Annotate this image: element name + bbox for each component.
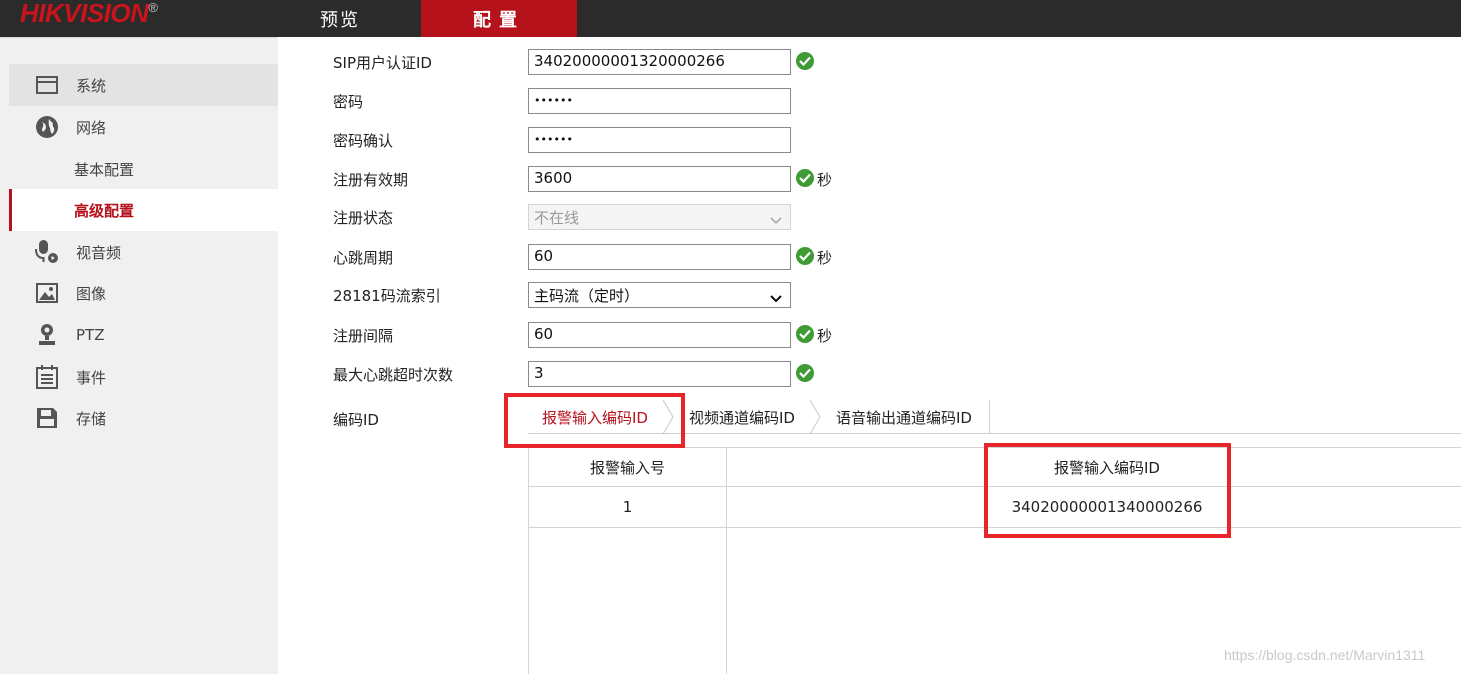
- code-id-label: 编码ID: [333, 411, 379, 429]
- password-confirm-label: 密码确认: [333, 132, 394, 150]
- password-label: 密码: [333, 93, 364, 111]
- highlight-box-code-id: [984, 443, 1231, 538]
- unit-seconds: 秒: [817, 171, 833, 189]
- form-row-password-confirm: 密码确认 ••••••: [333, 127, 853, 153]
- max-timeout-label: 最大心跳超时次数: [333, 366, 454, 384]
- form-row-password: 密码 ••••••: [333, 88, 853, 114]
- monitor-window-icon: [34, 72, 60, 98]
- sidebar-item-label: 视音频: [76, 243, 122, 262]
- reg-validity-input[interactable]: 3600: [528, 166, 791, 192]
- watermark: https://blog.csdn.net/Marvin1311: [1224, 647, 1426, 663]
- check-icon: [796, 247, 814, 265]
- image-icon: [34, 280, 60, 306]
- sidebar-item-label: 存储: [76, 409, 107, 428]
- sip-id-label: SIP用户认证ID: [333, 54, 432, 72]
- chevron-down-icon: [770, 289, 782, 307]
- column-header-alarm-input-no: 报警输入号: [589, 458, 665, 477]
- sidebar-item-label: 事件: [76, 368, 107, 387]
- sidebar-subitem-label: 基本配置: [74, 160, 135, 179]
- stream-index-select[interactable]: 主码流（定时）: [528, 282, 791, 308]
- sidebar-item-image[interactable]: 图像: [0, 272, 278, 314]
- tab-separator: [809, 400, 821, 434]
- form-row-reg-validity: 注册有效期 3600 秒: [333, 166, 853, 192]
- form-row-heartbeat: 心跳周期 60 秒: [333, 244, 853, 270]
- heartbeat-input[interactable]: 60: [528, 244, 791, 270]
- highlight-box-tab: [504, 393, 685, 448]
- stream-index-label: 28181码流索引: [333, 287, 441, 305]
- check-icon: [796, 364, 814, 382]
- top-bar: HIKVISION® 预览 配置: [0, 0, 1461, 37]
- sidebar-subitem-basic-config[interactable]: 基本配置: [0, 148, 278, 190]
- check-icon: [796, 52, 814, 70]
- form-row-max-timeout: 最大心跳超时次数 3: [333, 361, 853, 387]
- sidebar: 系统 网络 基本配置 高级配置 视音频 图像 PTZ 事件 存储: [0, 37, 278, 674]
- sidebar-item-label: 网络: [76, 118, 107, 137]
- sidebar-item-storage[interactable]: 存储: [0, 397, 278, 439]
- form-row-reg-interval: 注册间隔 60 秒: [333, 322, 853, 348]
- sidebar-item-label: PTZ: [76, 326, 105, 344]
- column-divider: [726, 447, 727, 674]
- check-icon: [796, 325, 814, 343]
- reg-interval-label: 注册间隔: [333, 327, 394, 345]
- form-row-sip-id: SIP用户认证ID 34020000001320000266: [333, 49, 853, 75]
- reg-status-label: 注册状态: [333, 209, 394, 227]
- form-row-stream-index: 28181码流索引 主码流（定时）: [333, 282, 853, 308]
- reg-interval-input[interactable]: 60: [528, 322, 791, 348]
- tab-audio-output-code-id[interactable]: 语音输出通道编码ID: [836, 400, 972, 434]
- reg-validity-label: 注册有效期: [333, 171, 409, 189]
- sidebar-subitem-advanced-config[interactable]: 高级配置: [9, 189, 278, 231]
- floppy-disk-icon: [34, 405, 60, 431]
- password-input[interactable]: ••••••: [528, 88, 791, 114]
- sidebar-item-system[interactable]: 系统: [9, 64, 278, 106]
- unit-seconds: 秒: [817, 327, 833, 345]
- tab-end-divider: [989, 400, 990, 434]
- cell-alarm-input-no: 1: [622, 498, 633, 516]
- hikvision-logo: HIKVISION®: [20, 0, 158, 28]
- sidebar-item-audio-video[interactable]: 视音频: [0, 231, 278, 273]
- sidebar-item-event[interactable]: 事件: [0, 356, 278, 398]
- globe-icon: [34, 114, 60, 140]
- password-confirm-input[interactable]: ••••••: [528, 127, 791, 153]
- unit-seconds: 秒: [817, 249, 833, 267]
- heartbeat-label: 心跳周期: [333, 249, 394, 267]
- sidebar-item-label: 图像: [76, 284, 107, 303]
- sidebar-item-label: 系统: [76, 76, 107, 95]
- sidebar-item-ptz[interactable]: PTZ: [0, 314, 278, 356]
- calendar-list-icon: [34, 364, 60, 390]
- nav-tab-preview[interactable]: 预览: [290, 0, 390, 37]
- tab-video-channel-code-id[interactable]: 视频通道编码ID: [689, 400, 795, 434]
- stream-index-value: 主码流（定时）: [534, 286, 640, 305]
- ptz-camera-icon: [34, 322, 60, 348]
- reg-status-value: 不在线: [534, 208, 580, 227]
- microphone-icon: [34, 239, 60, 265]
- chevron-down-icon: [770, 211, 782, 229]
- sip-id-input[interactable]: 34020000001320000266: [528, 49, 791, 75]
- sidebar-subitem-label: 高级配置: [74, 201, 135, 220]
- max-timeout-input[interactable]: 3: [528, 361, 791, 387]
- nav-tab-config[interactable]: 配置: [421, 0, 577, 37]
- check-icon: [796, 169, 814, 187]
- form-row-reg-status: 注册状态 不在线: [333, 204, 853, 230]
- sidebar-item-network[interactable]: 网络: [0, 106, 278, 148]
- reg-status-select: 不在线: [528, 204, 791, 230]
